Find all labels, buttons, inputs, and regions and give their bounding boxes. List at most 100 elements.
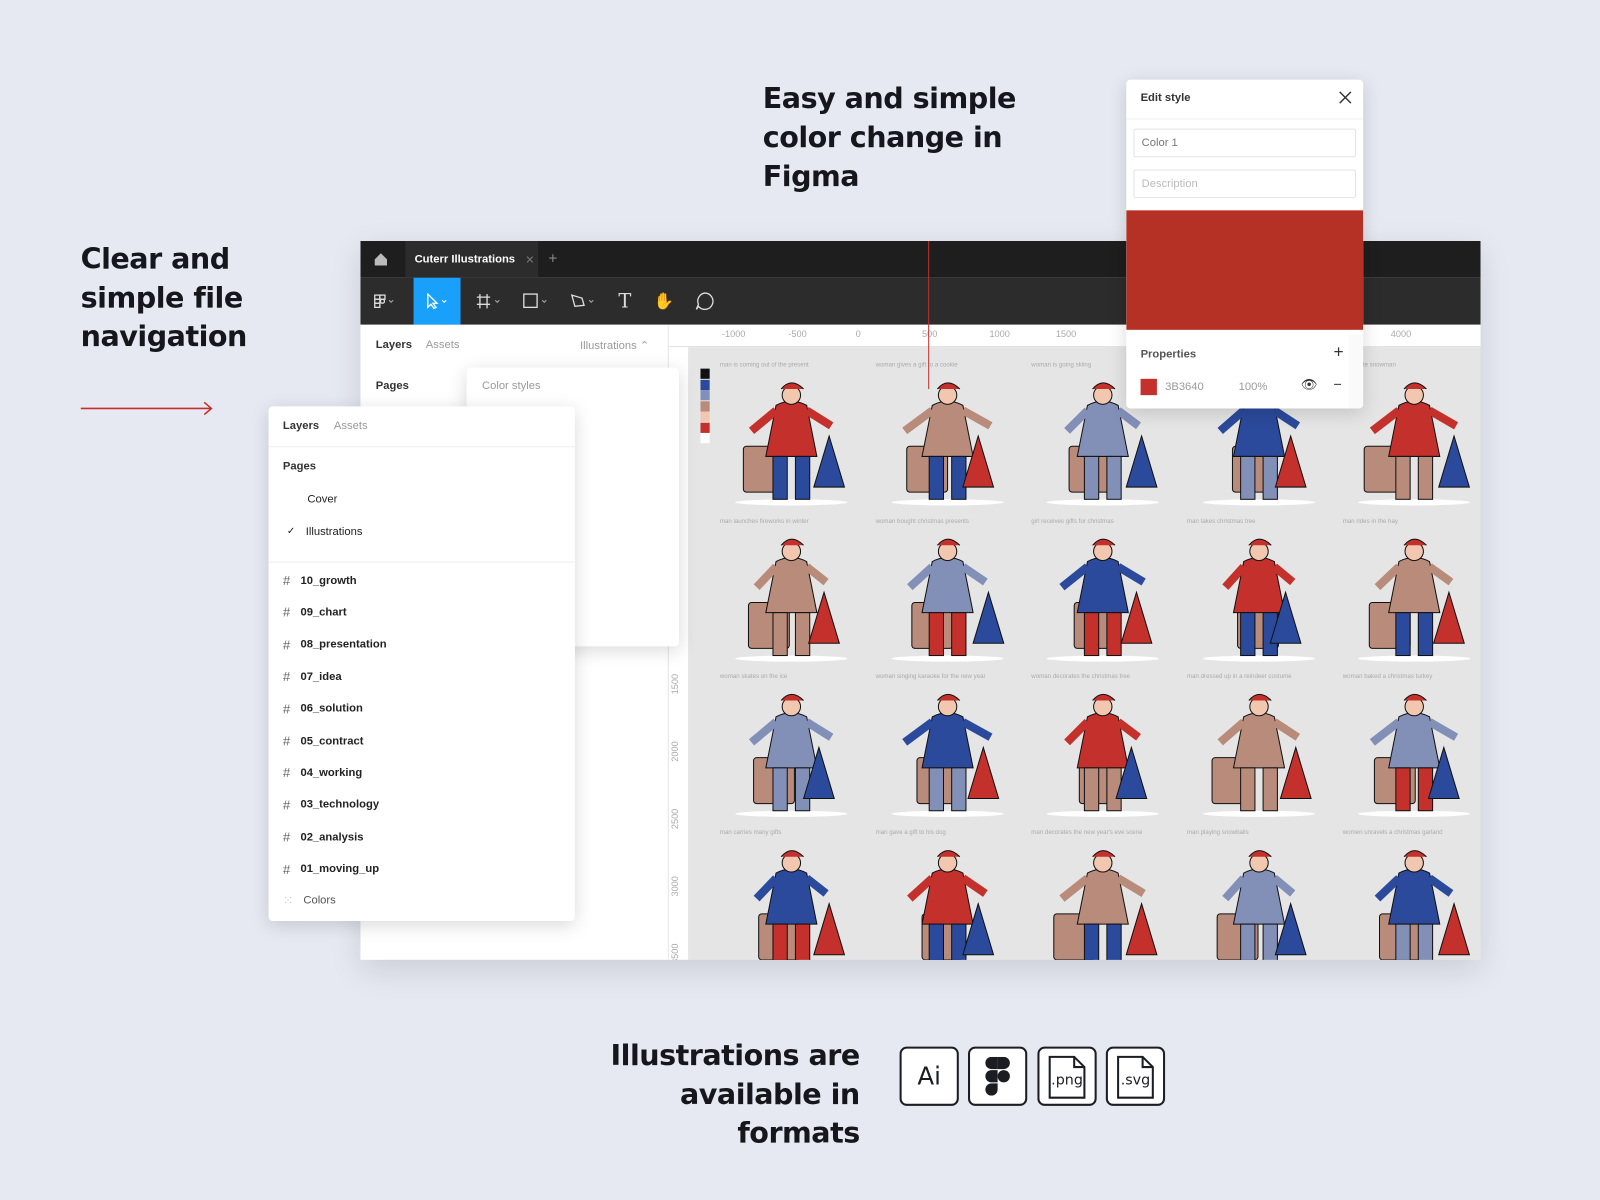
rectangle-tool-icon[interactable]	[518, 278, 555, 325]
pointer-line	[928, 240, 930, 390]
illustration[interactable]	[720, 842, 863, 960]
illustration[interactable]	[876, 375, 1019, 508]
pen-tool-icon[interactable]	[565, 278, 602, 325]
illustration[interactable]	[1343, 842, 1481, 960]
frame-label: 02_analysis	[300, 830, 364, 844]
illustration[interactable]	[1187, 842, 1330, 960]
frame-tool-icon[interactable]	[471, 278, 508, 325]
frame-label: 01_moving_up	[300, 862, 380, 876]
svg-format-icon: .svg	[1105, 1046, 1166, 1106]
illustration[interactable]	[1031, 686, 1174, 819]
ruler-label: 2500	[669, 808, 681, 830]
frame-layer[interactable]: #07_idea	[283, 669, 342, 684]
text-tool-icon[interactable]: T	[610, 278, 641, 325]
remove-property-icon[interactable]: −	[1334, 376, 1342, 392]
illustration-caption: woman gives a gift to a cookie	[875, 362, 958, 369]
illustration-art	[890, 693, 1004, 817]
ai-format-icon: Ai	[899, 1046, 959, 1106]
page-label: Illustrations	[305, 525, 363, 538]
illustration-caption: woman baked a christmas turkey	[1342, 673, 1433, 681]
swatch-column-chip	[700, 379, 710, 390]
move-tool-icon[interactable]	[413, 277, 461, 325]
page-select-label: Illustrations	[579, 340, 637, 353]
illustration[interactable]	[720, 375, 863, 508]
close-icon[interactable]	[1339, 91, 1352, 104]
file-tab-title: Cuterr Illustrations	[414, 253, 516, 266]
new-tab-icon[interactable]: +	[548, 250, 557, 267]
illustration[interactable]	[1031, 530, 1174, 663]
style-name-input[interactable]: Color 1	[1133, 128, 1357, 158]
illustration[interactable]	[1343, 686, 1481, 819]
illustration-caption: man rides in the hay	[1342, 518, 1398, 525]
scrollbar[interactable]	[1348, 334, 1364, 409]
illustration[interactable]	[876, 530, 1019, 663]
ruler-label: 500	[922, 328, 938, 340]
illustration-art	[890, 382, 1004, 506]
swatch-column-chip	[700, 432, 710, 444]
canvas[interactable]: man is coming out of the present woman g…	[689, 347, 1480, 960]
tab-assets[interactable]: Assets	[334, 420, 368, 432]
illustration[interactable]	[720, 530, 863, 663]
add-property-icon[interactable]: +	[1334, 342, 1344, 362]
style-description-input[interactable]: Description	[1133, 169, 1357, 199]
illustration-caption: woman is going skiing	[1031, 362, 1092, 369]
hand-tool-icon[interactable]: ✋	[648, 278, 679, 325]
frame-layer[interactable]: #05_contract	[283, 733, 364, 748]
illustration[interactable]	[1343, 375, 1481, 508]
properties-label: Properties	[1140, 348, 1197, 361]
eye-icon[interactable]: 👁	[1301, 377, 1318, 393]
tab-layers[interactable]: Layers	[376, 339, 412, 351]
edit-style-panel: Edit style Color 1 Description Propertie…	[1126, 79, 1364, 409]
frame-label: 09_chart	[300, 606, 347, 619]
fill-opacity[interactable]: 100%	[1239, 381, 1268, 393]
illustration-caption: man takes christmas tree	[1187, 518, 1256, 525]
frame-layer[interactable]: #01_moving_up	[283, 861, 379, 876]
frame-layer[interactable]: #06_solution	[283, 701, 363, 716]
close-tab-icon[interactable]: ✕	[525, 253, 534, 266]
illustration-art	[890, 538, 1004, 662]
ruler-label: 1000	[989, 328, 1010, 340]
arrow-right-icon	[80, 401, 213, 416]
frame-layer[interactable]: #04_working	[283, 765, 362, 780]
page-select[interactable]: Illustrations ⌃	[580, 339, 649, 352]
ruler-label: 1500	[669, 673, 681, 695]
frame-layer[interactable]: #10_growth	[283, 573, 357, 588]
illustration[interactable]	[1031, 842, 1174, 960]
tab-assets[interactable]: Assets	[426, 339, 460, 351]
illustration-art	[1202, 693, 1315, 817]
figma-menu-icon[interactable]	[367, 278, 404, 325]
ruler-label: -1000	[721, 328, 746, 340]
file-tab[interactable]: Cuterr Illustrations ✕	[405, 240, 539, 278]
home-icon[interactable]	[374, 252, 388, 266]
frame-icon: #	[282, 861, 291, 877]
illustration[interactable]	[876, 842, 1019, 960]
colors-layer[interactable]: ⁙ Colors	[283, 893, 336, 907]
frame-label: 04_working	[300, 766, 363, 779]
fill-swatch[interactable]	[1140, 378, 1157, 396]
swatch-column-chip	[700, 411, 710, 422]
page-item[interactable]: ✓ Illustrations	[287, 525, 363, 537]
illustration-art	[1216, 849, 1307, 960]
page-item[interactable]: Cover	[307, 493, 337, 505]
illustration-art	[735, 538, 848, 662]
illustration-caption: man gave a gift to his dog	[875, 829, 946, 836]
colors-label: Colors	[303, 894, 336, 907]
illustration-caption: man is coming out of the present	[719, 362, 809, 369]
illustration-art	[1046, 538, 1159, 662]
illustration[interactable]	[1343, 530, 1481, 663]
ruler-label: 0	[855, 328, 861, 340]
illustration[interactable]	[1187, 686, 1330, 819]
illustration[interactable]	[876, 686, 1019, 819]
comment-tool-icon[interactable]	[689, 278, 720, 325]
tab-layers[interactable]: Layers	[283, 420, 319, 432]
frame-layer[interactable]: #02_analysis	[283, 829, 364, 844]
frame-layer[interactable]: #09_chart	[283, 605, 347, 620]
frame-label: 06_solution	[300, 702, 363, 715]
fill-hex[interactable]: 3B3640	[1165, 381, 1204, 393]
frame-label: 10_growth	[300, 574, 357, 587]
frame-layer[interactable]: #03_technology	[283, 797, 379, 812]
illustration[interactable]	[720, 686, 863, 819]
frame-layer[interactable]: #08_presentation	[283, 637, 387, 652]
illustration[interactable]	[1187, 530, 1330, 663]
ruler-label: -500	[788, 328, 807, 340]
